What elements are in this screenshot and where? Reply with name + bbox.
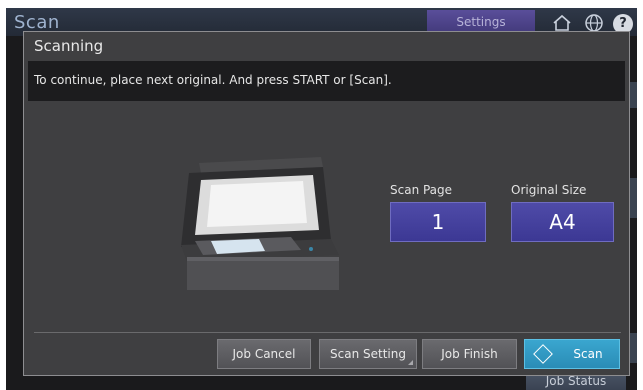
job-finish-button[interactable]: Job Finish — [422, 339, 517, 369]
original-size-label: Original Size — [511, 183, 587, 197]
dialog-title: Scanning — [34, 37, 104, 55]
app-title: Scan — [14, 12, 60, 33]
job-cancel-button[interactable]: Job Cancel — [217, 339, 311, 369]
start-diamond-icon — [533, 344, 553, 364]
side-tab — [630, 333, 637, 363]
scan-setting-label: Scan Setting — [330, 347, 406, 361]
message-bar: To continue, place next original. And pr… — [28, 61, 625, 101]
scanning-dialog: Scanning To continue, place next origina… — [23, 31, 630, 376]
scan-button-label: Scan — [573, 347, 603, 361]
scan-button[interactable]: Scan — [524, 339, 620, 369]
scan-page-value: 1 — [390, 202, 486, 242]
submenu-indicator-icon — [408, 355, 413, 365]
side-tab — [630, 82, 637, 108]
divider — [34, 332, 621, 333]
screen: Scan Settings ? Job Status Scanning To c… — [6, 8, 637, 390]
scan-setting-button[interactable]: Scan Setting — [319, 339, 417, 369]
instruction-message: To continue, place next original. And pr… — [34, 73, 392, 87]
scan-page-label: Scan Page — [390, 183, 453, 197]
side-tab — [630, 178, 637, 218]
original-size-value: A4 — [511, 202, 614, 242]
scanner-illustration — [181, 157, 339, 290]
